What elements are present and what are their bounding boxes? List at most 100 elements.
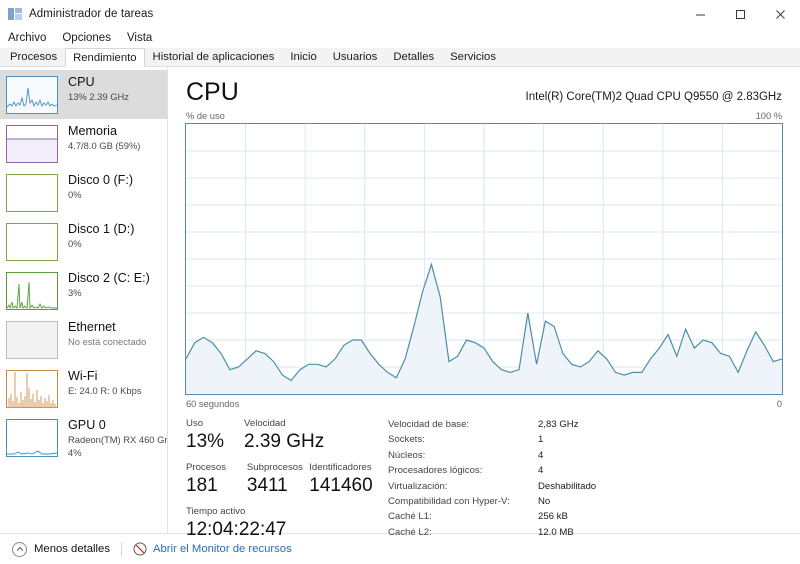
menu-item-archivo[interactable]: Archivo (8, 32, 55, 44)
sidebar-ethernet-sub: No está conectado (68, 336, 146, 348)
sidebar-item-wifi[interactable]: Wi-Fi E: 24.0 R: 0 Kbps (0, 364, 167, 413)
spec-value-cache-l2: 12.0 MB (538, 525, 782, 540)
content-area: CPU 13% 2.39 GHz Memoria 4.7/8.0 GB (59%… (0, 67, 800, 533)
cpu-detail-panel: CPU Intel(R) Core(TM)2 Quad CPU Q9550 @ … (168, 67, 800, 533)
processor-name: Intel(R) Core(TM)2 Quad CPU Q9550 @ 2.83… (526, 91, 782, 103)
spec-label-hyper-v: Compatibilidad con Hyper-V: (388, 494, 538, 509)
sidebar-disco-2-sub: 3% (68, 287, 150, 299)
sidebar-item-disco-0[interactable]: Disco 0 (F:) 0% (0, 168, 167, 217)
stat-subprocesos-label: Subprocesos (247, 461, 303, 474)
sidebar-ethernet-name: Ethernet (68, 320, 146, 335)
gpu-thumbnail-icon (6, 419, 58, 457)
sidebar-memoria-name: Memoria (68, 124, 140, 139)
tab-procesos[interactable]: Procesos (2, 47, 65, 66)
panel-header: CPU Intel(R) Core(TM)2 Quad CPU Q9550 @ … (182, 73, 786, 107)
menu-item-opciones[interactable]: Opciones (62, 32, 120, 44)
sidebar-disco-1-name: Disco 1 (D:) (68, 222, 134, 237)
sidebar-item-cpu[interactable]: CPU 13% 2.39 GHz (0, 70, 167, 119)
spec-value-sockets: 1 (538, 432, 782, 447)
fewer-details-button[interactable]: Menos detalles (12, 542, 110, 557)
sidebar-disco-1-sub: 0% (68, 238, 134, 250)
disk2-thumbnail-icon (6, 272, 58, 310)
stat-identificadores: Identificadores 141460 (309, 461, 376, 498)
tab-rendimiento[interactable]: Rendimiento (65, 48, 144, 67)
wifi-thumbnail-icon (6, 370, 58, 408)
sidebar-item-disco-2[interactable]: Disco 2 (C: E:) 3% (0, 266, 167, 315)
sidebar-item-ethernet[interactable]: Ethernet No está conectado (0, 315, 167, 364)
sidebar-item-gpu-0[interactable]: GPU 0 Radeon(TM) RX 460 Gra 4% (0, 413, 167, 462)
graph-bottom-axis: 60 segundos 0 (182, 395, 786, 411)
sidebar-disco-0-text: Disco 0 (F:) 0% (68, 172, 133, 201)
ethernet-thumbnail-icon (6, 321, 58, 359)
stat-velocidad: Velocidad 2.39 GHz (244, 417, 328, 454)
stat-uso-label: Uso (186, 417, 238, 430)
stat-identificadores-value: 141460 (309, 474, 376, 498)
window-title: Administrador de tareas (29, 8, 153, 20)
y-axis-label: % de uso (186, 111, 225, 121)
spec-label-sockets: Sockets: (388, 432, 538, 447)
sidebar-disco-1-text: Disco 1 (D:) 0% (68, 221, 134, 250)
stats-row-counts: Procesos 181 Subprocesos 3411 Identifica… (186, 461, 382, 498)
resource-monitor-link[interactable]: Abrir el Monitor de recursos (153, 543, 292, 555)
sidebar-gpu-0-text: GPU 0 Radeon(TM) RX 460 Gra 4% (68, 417, 163, 459)
title-bar: Administrador de tareas (0, 0, 800, 28)
stat-identificadores-label: Identificadores (309, 461, 376, 474)
stat-tiempo-label: Tiempo activo (186, 505, 382, 518)
sidebar-cpu-name: CPU (68, 75, 129, 90)
sidebar-item-memoria[interactable]: Memoria 4.7/8.0 GB (59%) (0, 119, 167, 168)
sidebar-wifi-text: Wi-Fi E: 24.0 R: 0 Kbps (68, 368, 141, 397)
stat-subprocesos: Subprocesos 3411 (247, 461, 303, 498)
sidebar-disco-2-name: Disco 2 (C: E:) (68, 271, 150, 286)
close-button[interactable] (760, 0, 800, 28)
sidebar-item-disco-1[interactable]: Disco 1 (D:) 0% (0, 217, 167, 266)
tab-detalles[interactable]: Detalles (385, 47, 442, 66)
fewer-details-label: Menos detalles (34, 543, 110, 555)
task-manager-window: Administrador de tareas Archivo Opciones… (0, 0, 800, 564)
tab-usuarios[interactable]: Usuarios (325, 47, 386, 66)
sidebar-disco-0-sub: 0% (68, 189, 133, 201)
spec-value-cache-l1: 256 kB (538, 509, 782, 524)
maximize-button[interactable] (720, 0, 760, 28)
sidebar-memoria-text: Memoria 4.7/8.0 GB (59%) (68, 123, 140, 152)
stat-velocidad-value: 2.39 GHz (244, 430, 328, 454)
spec-value-nucleos: 4 (538, 448, 782, 463)
chevron-up-icon (12, 542, 27, 557)
sidebar-gpu-0-sub2: 4% (68, 447, 163, 459)
stat-procesos: Procesos 181 (186, 461, 241, 498)
window-controls (680, 0, 800, 28)
page-title: CPU (186, 77, 239, 107)
cpu-utilization-graph[interactable] (185, 123, 783, 395)
cpu-stats: Uso 13% Velocidad 2.39 GHz Procesos 181 (182, 411, 786, 542)
spec-value-velocidad-base: 2,83 GHz (538, 417, 782, 432)
spec-label-procesadores-logicos: Procesadores lógicos: (388, 463, 538, 478)
sidebar-gpu-0-name: GPU 0 (68, 418, 163, 433)
stat-tiempo-activo: Tiempo activo 12:04:22:47 (186, 505, 382, 542)
tab-bar: Procesos Rendimiento Historial de aplica… (0, 48, 800, 67)
spec-label-column: Velocidad de base: Sockets: Núcleos: Pro… (388, 417, 538, 542)
sidebar-gpu-0-sub: Radeon(TM) RX 460 Gra (68, 434, 163, 446)
stat-subprocesos-value: 3411 (247, 474, 303, 498)
task-manager-icon (8, 7, 22, 21)
sidebar-memoria-sub: 4.7/8.0 GB (59%) (68, 140, 140, 152)
x-axis-right-label: 0 (777, 399, 782, 409)
menu-item-vista[interactable]: Vista (127, 32, 161, 44)
graph-top-axis: % de uso 100 % (182, 107, 786, 123)
stat-uso-value: 13% (186, 430, 238, 454)
spec-label-nucleos: Núcleos: (388, 448, 538, 463)
stat-procesos-label: Procesos (186, 461, 241, 474)
menu-bar: Archivo Opciones Vista (0, 28, 800, 48)
spec-value-virtualizacion: Deshabilitado (538, 479, 782, 494)
spec-value-procesadores-logicos: 4 (538, 463, 782, 478)
stats-row-usage: Uso 13% Velocidad 2.39 GHz (186, 417, 382, 454)
cpu-thumbnail-icon (6, 76, 58, 114)
tab-servicios[interactable]: Servicios (442, 47, 504, 66)
tab-historial-de-aplicaciones[interactable]: Historial de aplicaciones (145, 47, 283, 66)
spec-label-cache-l1: Caché L1: (388, 509, 538, 524)
sidebar-ethernet-text: Ethernet No está conectado (68, 319, 146, 348)
spec-value-hyper-v: No (538, 494, 782, 509)
resource-sidebar: CPU 13% 2.39 GHz Memoria 4.7/8.0 GB (59%… (0, 67, 168, 533)
minimize-button[interactable] (680, 0, 720, 28)
stat-procesos-value: 181 (186, 474, 241, 498)
tab-inicio[interactable]: Inicio (282, 47, 324, 66)
disk1-thumbnail-icon (6, 223, 58, 261)
